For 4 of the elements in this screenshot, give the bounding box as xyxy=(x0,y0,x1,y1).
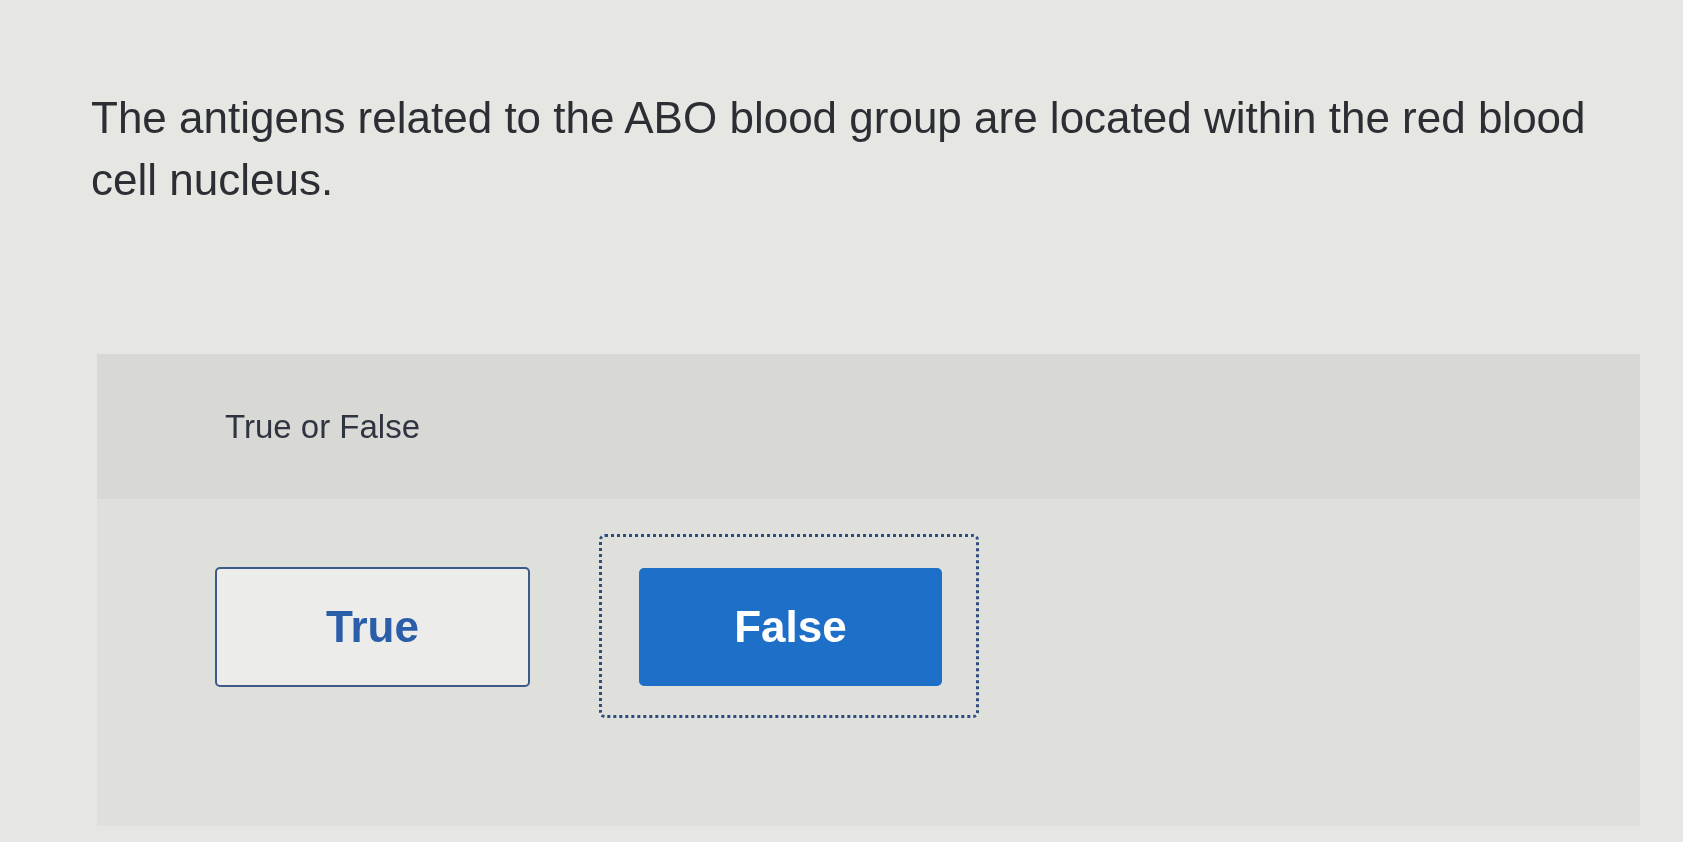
question-text: The antigens related to the ABO blood group are located within the red blood cell nucleus. xyxy=(91,92,1587,206)
prompt-text: True or False xyxy=(225,407,420,446)
answer-button[interactable]: False xyxy=(639,568,942,686)
answer-button[interactable]: True xyxy=(215,567,530,687)
